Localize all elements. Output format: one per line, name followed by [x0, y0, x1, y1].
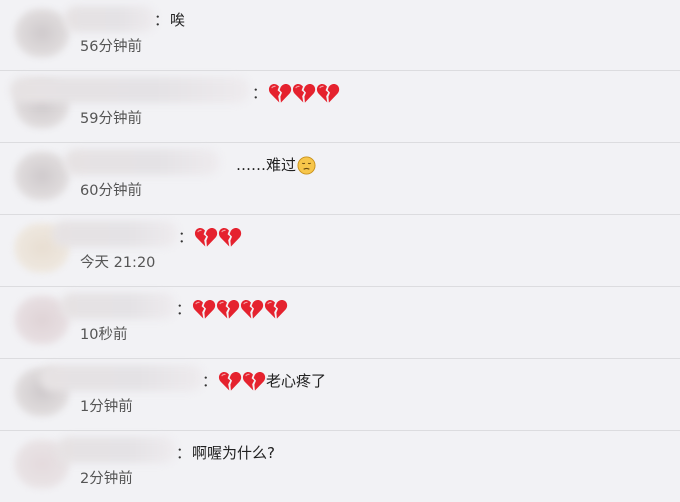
username-blurred[interactable]: [64, 149, 220, 175]
broken-heart-icon: [268, 83, 292, 103]
comment-text: 老心疼了: [218, 367, 326, 395]
comment-item: ： 啊喔为什么? 2分钟前: [0, 431, 680, 502]
name-separator: ：: [154, 11, 170, 29]
broken-heart-icon: [292, 83, 316, 103]
broken-heart-icon: [192, 299, 216, 319]
comment-text: …… 难过: [236, 151, 316, 179]
comment-time: 10秒前: [80, 327, 128, 343]
comment-time: 56分钟前: [80, 39, 142, 55]
broken-heart-icon: [216, 299, 240, 319]
avatar[interactable]: [14, 8, 70, 58]
comment-item: ： 唉 56分钟前: [0, 0, 680, 71]
broken-heart-icon: [264, 299, 288, 319]
name-separator: ：: [202, 372, 218, 390]
comment-text: 唉: [170, 6, 185, 34]
comment-body: 难过: [266, 156, 297, 174]
username-blurred[interactable]: [60, 293, 176, 319]
comment-text: 啊喔为什么?: [192, 439, 275, 467]
username-blurred[interactable]: [10, 77, 250, 103]
comment-item: …… 难过 60分钟前: [0, 143, 680, 215]
username-blurred[interactable]: [52, 221, 178, 247]
name-separator: ：: [252, 84, 268, 102]
heart-group: [192, 298, 288, 320]
name-separator: ：: [176, 300, 192, 318]
broken-heart-icon: [218, 227, 242, 247]
comment-body: 唉: [170, 11, 186, 29]
comment-prefix: ……: [236, 156, 266, 174]
comment-item: ： 10秒前: [0, 287, 680, 359]
username-blurred[interactable]: [56, 437, 176, 463]
broken-heart-icon: [316, 83, 340, 103]
comment-time: 1分钟前: [80, 399, 133, 415]
heart-group: [218, 370, 266, 392]
username-blurred[interactable]: [40, 365, 204, 391]
broken-heart-icon: [242, 371, 266, 391]
username-blurred[interactable]: [64, 6, 156, 32]
heart-group: [194, 226, 242, 248]
broken-heart-icon: [240, 299, 264, 319]
comment-body: 老心疼了: [266, 372, 327, 390]
broken-heart-icon: [194, 227, 218, 247]
comment-time: 2分钟前: [80, 471, 133, 487]
broken-heart-icon: [218, 371, 242, 391]
name-separator: ：: [178, 228, 194, 246]
comment-time: 今天 21:20: [80, 255, 156, 271]
comment-list: ： 唉 56分钟前 ： 59分钟前 …… 难过 60分钟前 ： 今天 21:20…: [0, 0, 680, 502]
comment-time: 60分钟前: [80, 183, 142, 199]
comment-item: ： 今天 21:20: [0, 215, 680, 287]
comment-text: [192, 295, 288, 323]
comment-text: [268, 79, 340, 107]
avatar[interactable]: [14, 151, 70, 201]
comment-item: ： 59分钟前: [0, 71, 680, 143]
comment-text: [194, 223, 242, 251]
comment-time: 59分钟前: [80, 111, 142, 127]
sad-face-icon: [297, 155, 316, 175]
comment-item: ： 老心疼了 1分钟前: [0, 359, 680, 431]
name-separator: ：: [176, 444, 192, 462]
heart-group: [268, 82, 340, 104]
comment-body: 啊喔为什么?: [192, 444, 275, 462]
